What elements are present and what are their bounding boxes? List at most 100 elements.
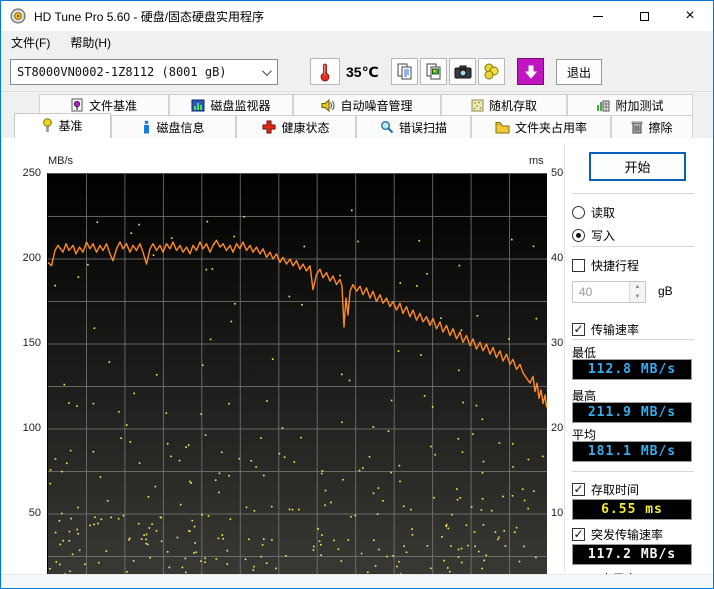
tab-health[interactable]: 健康状态 xyxy=(236,115,356,138)
toolbar: ST8000VN0002-1Z8112 (8001 gB) 35℃ xyxy=(1,53,713,92)
access-time-display: 6.55 ms xyxy=(572,499,692,520)
checkbox-unchecked-icon xyxy=(572,259,585,272)
chevron-down-icon xyxy=(262,66,272,76)
tab-aam[interactable]: 自动噪音管理 xyxy=(293,94,441,115)
tab-error-scan[interactable]: 错误扫描 xyxy=(356,115,471,138)
download-button[interactable] xyxy=(517,58,544,85)
menu-file[interactable]: 文件(F) xyxy=(1,31,60,54)
checkbox-checked-icon: ✓ xyxy=(572,483,585,496)
temperature-value: 35℃ xyxy=(346,64,379,81)
download-arrow-icon xyxy=(523,64,539,80)
tab-label: 自动噪音管理 xyxy=(340,97,412,114)
tab-disk-info[interactable]: 磁盘信息 xyxy=(111,115,236,138)
maximize-button[interactable] xyxy=(621,1,667,31)
tab-label: 文件夹占用率 xyxy=(515,119,587,136)
tab-label: 健康状态 xyxy=(281,119,329,136)
drive-select[interactable]: ST8000VN0002-1Z8112 (8001 gB) xyxy=(10,59,278,85)
camera-icon xyxy=(454,65,472,79)
error-scan-icon xyxy=(380,120,394,134)
copy-image-button[interactable] xyxy=(420,58,447,85)
thermometer-icon xyxy=(319,62,331,82)
minimize-button[interactable] xyxy=(575,1,621,31)
max-value-display: 211.9 MB/s xyxy=(572,402,692,423)
file-benchmark-icon xyxy=(71,98,84,112)
copy-text-icon xyxy=(396,63,413,80)
tab-label: 磁盘监视器 xyxy=(210,97,270,114)
coins-button[interactable] xyxy=(478,58,505,85)
y-tick: 100 xyxy=(11,422,41,434)
read-radio-label: 读取 xyxy=(591,204,615,221)
window-title: HD Tune Pro 5.60 - 硬盘/固态硬盘实用程序 xyxy=(34,8,264,25)
y-tick: 50 xyxy=(551,167,563,179)
read-radio[interactable]: 读取 xyxy=(572,204,615,221)
coins-icon xyxy=(483,63,500,80)
disk-info-icon xyxy=(142,120,151,134)
capacity-unit-label: gB xyxy=(658,284,673,298)
tab-label: 附加测试 xyxy=(615,97,663,114)
exit-button[interactable]: 退出 xyxy=(556,59,602,85)
y-tick: 40 xyxy=(551,252,563,264)
menu-help[interactable]: 帮助(H) xyxy=(60,31,121,54)
tab-label: 擦除 xyxy=(648,119,672,136)
tab-folder-usage[interactable]: 文件夹占用率 xyxy=(471,115,611,138)
tab-label: 文件基准 xyxy=(89,97,137,114)
screenshot-button[interactable] xyxy=(449,58,476,85)
tab-erase[interactable]: 擦除 xyxy=(611,115,693,138)
capacity-value: 40 xyxy=(573,282,629,302)
start-button-label: 开始 xyxy=(624,157,650,176)
access-time-label: 存取时间 xyxy=(591,481,639,498)
benchmark-page: MB/s ms 250 200 150 100 50 50 40 30 20 1… xyxy=(2,138,714,576)
random-access-icon xyxy=(471,99,484,112)
y-tick: 50 xyxy=(11,507,41,519)
drive-select-value: ST8000VN0002-1Z8112 (8001 gB) xyxy=(17,65,227,79)
tab-extra-tests[interactable]: 附加测试 xyxy=(567,94,693,115)
close-icon: × xyxy=(685,7,694,25)
tab-label: 磁盘信息 xyxy=(156,119,204,136)
y-tick: 20 xyxy=(551,422,563,434)
y-tick: 30 xyxy=(551,337,563,349)
stepper-up-icon[interactable]: ▲ xyxy=(630,282,645,292)
access-time-checkbox[interactable]: ✓ 存取时间 xyxy=(572,481,639,498)
radio-selected-icon xyxy=(572,229,585,242)
tab-label: 基准 xyxy=(58,117,82,134)
tab-disk-monitor[interactable]: 磁盘监视器 xyxy=(169,94,293,115)
tab-strip: 文件基准 磁盘监视器 自动噪音管理 随机存取 附加测试 基准 xyxy=(1,92,713,138)
tab-file-benchmark[interactable]: 文件基准 xyxy=(39,94,169,115)
short-stroke-checkbox[interactable]: 快捷行程 xyxy=(572,257,639,274)
burst-rate-checkbox[interactable]: ✓ 突发传输速率 xyxy=(572,526,663,543)
transfer-rate-checkbox[interactable]: ✓ 传输速率 xyxy=(572,321,639,338)
tab-label: 错误扫描 xyxy=(399,119,447,136)
separator xyxy=(572,339,694,340)
minimize-icon xyxy=(593,16,603,17)
copy-text-button[interactable] xyxy=(391,58,418,85)
avg-value-display: 181.1 MB/s xyxy=(572,441,692,462)
capacity-stepper[interactable]: 40 ▲▼ xyxy=(572,281,646,303)
write-radio[interactable]: 写入 xyxy=(572,227,615,244)
y-tick: 150 xyxy=(11,337,41,349)
extra-tests-icon xyxy=(596,99,610,112)
tab-random-access[interactable]: 随机存取 xyxy=(441,94,567,115)
panel-divider xyxy=(564,144,565,572)
temperature-button[interactable] xyxy=(310,58,340,85)
write-radio-label: 写入 xyxy=(591,227,615,244)
plot-canvas xyxy=(48,174,547,574)
health-cross-icon xyxy=(262,120,276,134)
aam-speaker-icon xyxy=(321,99,335,112)
short-stroke-label: 快捷行程 xyxy=(591,257,639,274)
benchmark-pin-icon xyxy=(42,118,53,133)
y-tick: 250 xyxy=(11,167,41,179)
menu-bar: 文件(F) 帮助(H) xyxy=(1,31,713,53)
transfer-rate-label: 传输速率 xyxy=(591,321,639,338)
y-left-axis-unit: MB/s xyxy=(48,155,73,167)
app-logo-icon xyxy=(10,8,26,24)
y-tick: 200 xyxy=(11,252,41,264)
hd-tune-window: HD Tune Pro 5.60 - 硬盘/固态硬盘实用程序 × 文件(F) 帮… xyxy=(0,0,714,589)
y-right-axis-unit: ms xyxy=(529,155,544,167)
close-button[interactable]: × xyxy=(667,1,713,31)
start-button[interactable]: 开始 xyxy=(589,152,686,181)
benchmark-plot xyxy=(47,173,547,574)
window-bottom-edge xyxy=(1,574,713,588)
title-bar: HD Tune Pro 5.60 - 硬盘/固态硬盘实用程序 × xyxy=(1,1,713,31)
tab-benchmark[interactable]: 基准 xyxy=(14,113,111,138)
stepper-down-icon[interactable]: ▼ xyxy=(630,292,645,302)
